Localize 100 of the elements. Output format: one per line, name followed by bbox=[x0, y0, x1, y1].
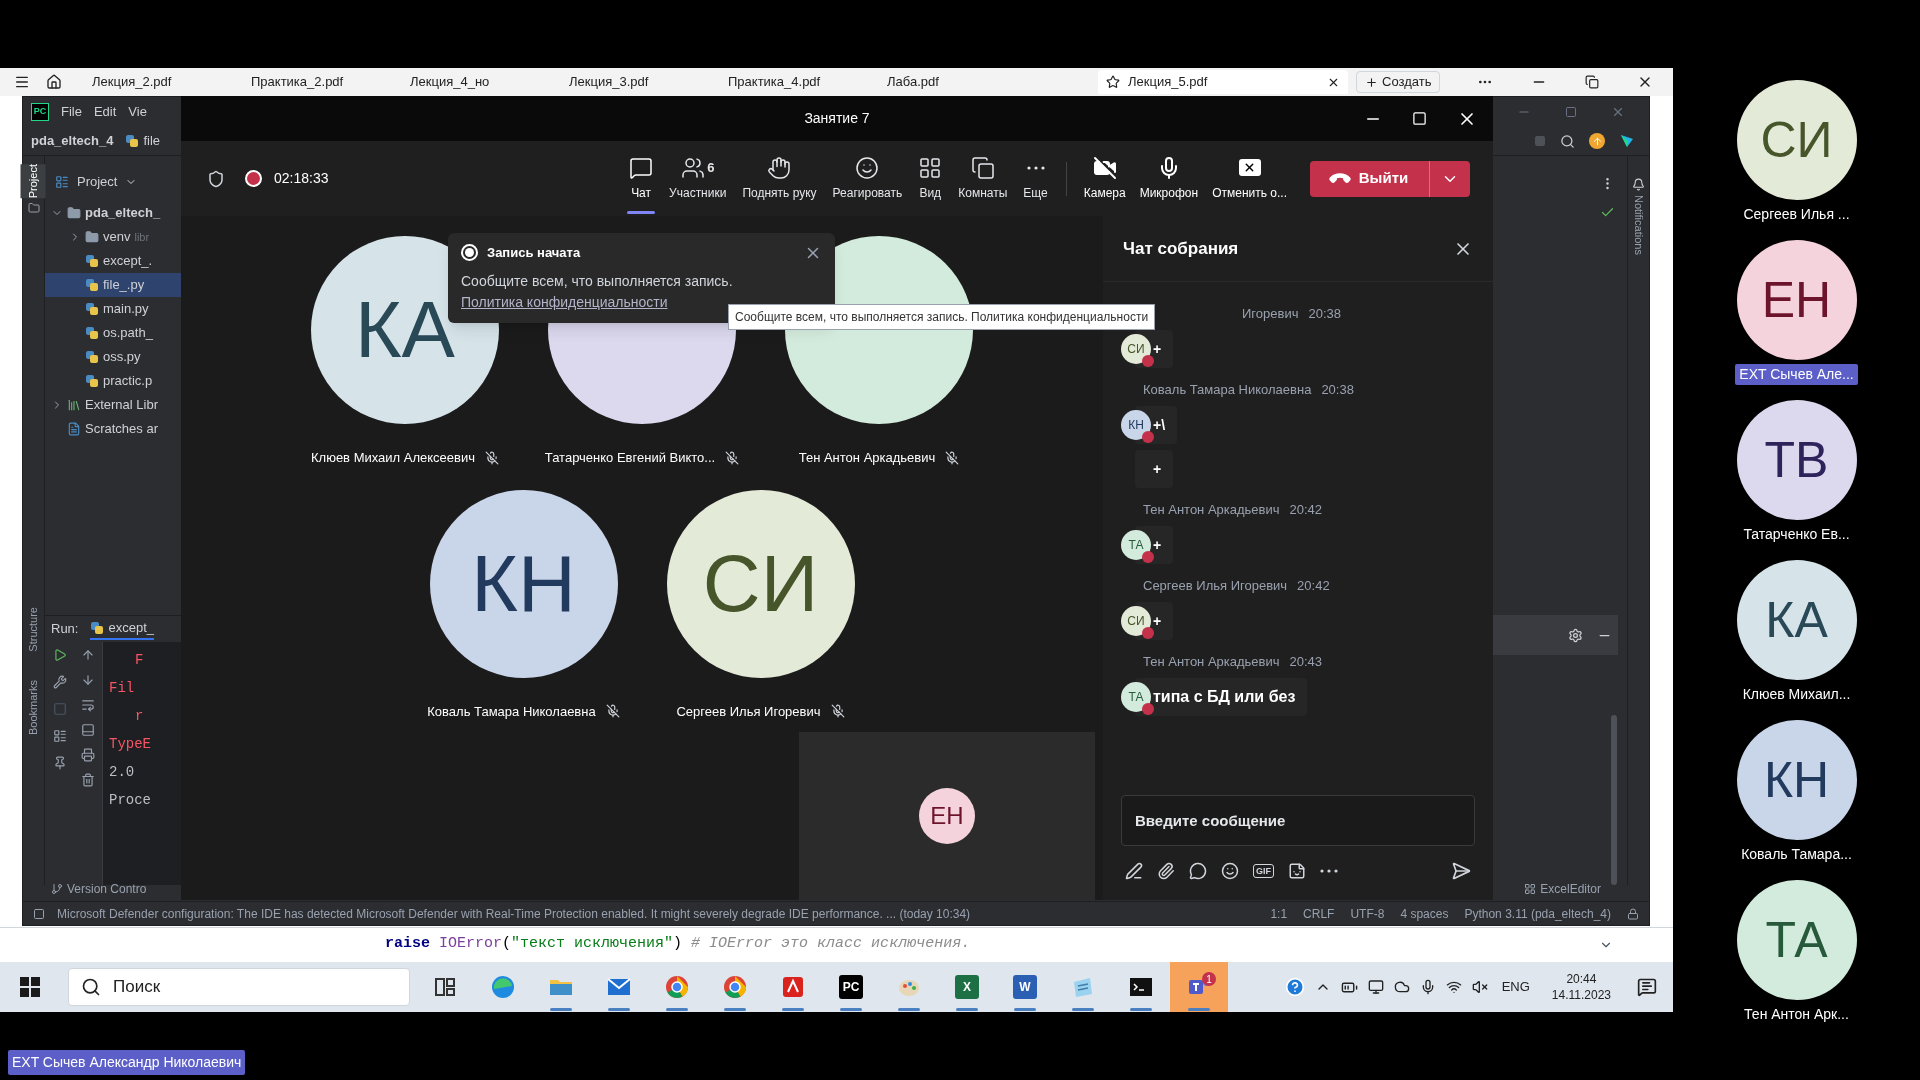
layout-icon[interactable] bbox=[52, 729, 67, 743]
toolbar-button[interactable]: Чат bbox=[621, 141, 662, 216]
toolbar-button[interactable]: Вид bbox=[910, 141, 951, 216]
toolbar-button[interactable]: Реагировать bbox=[824, 141, 911, 216]
menu-item[interactable]: File bbox=[61, 102, 82, 122]
browser-tab[interactable]: Лекция_2.pdf bbox=[84, 70, 239, 94]
browser-tab[interactable]: Практика_2.pdf bbox=[243, 70, 398, 94]
status-item[interactable]: Python 3.11 (pda_eltech_4) bbox=[1464, 904, 1611, 923]
tree-item[interactable]: practic.p bbox=[45, 369, 182, 393]
device-button[interactable]: Микрофон bbox=[1132, 141, 1206, 216]
side-tab[interactable]: Notifications bbox=[1630, 195, 1647, 255]
search-field[interactable]: Поиск bbox=[68, 968, 410, 1006]
message-field[interactable]: Введите сообщение bbox=[1121, 795, 1475, 846]
clock-time[interactable]: 20:44 bbox=[1566, 971, 1597, 987]
home-icon[interactable] bbox=[46, 74, 62, 90]
taskbar-app[interactable]: X bbox=[938, 962, 996, 1012]
tree-item[interactable]: except_. bbox=[45, 249, 182, 273]
side-tab[interactable]: Project bbox=[21, 164, 46, 199]
browser-tab[interactable]: Лекция_5.pdf bbox=[1098, 70, 1348, 94]
format-icon[interactable] bbox=[1125, 862, 1143, 880]
down-arrow-icon[interactable] bbox=[81, 673, 95, 687]
library-icon bbox=[67, 398, 81, 412]
toolbar-button[interactable]: 6 Участники bbox=[661, 141, 735, 216]
help-icon[interactable] bbox=[1284, 977, 1305, 997]
tree-item[interactable]: main.py bbox=[45, 297, 182, 321]
taskbar-app[interactable]: 1 bbox=[1170, 962, 1228, 1012]
pin-icon[interactable] bbox=[52, 756, 67, 770]
wifi-icon[interactable] bbox=[1445, 979, 1462, 995]
settings-icon[interactable] bbox=[1568, 627, 1583, 643]
volume-icon[interactable] bbox=[1471, 979, 1488, 995]
status-item[interactable]: UTF-8 bbox=[1350, 904, 1385, 923]
bell-icon[interactable] bbox=[1632, 178, 1645, 191]
taskbar-app[interactable]: PC bbox=[822, 962, 880, 1012]
up-arrow-icon[interactable] bbox=[81, 648, 95, 662]
smile-icon bbox=[855, 155, 880, 180]
code-line: raise IOError("текст исключения") # IOError это класс исключения. bbox=[385, 934, 971, 955]
tree-item[interactable]: os.path_ bbox=[45, 321, 182, 345]
tree-item[interactable]: External Libr bbox=[45, 393, 182, 417]
status-item[interactable]: 4 spaces bbox=[1400, 904, 1449, 923]
toolbar-button[interactable]: Еще bbox=[1015, 141, 1056, 216]
wrench-icon[interactable] bbox=[52, 675, 67, 689]
run-label: Run: bbox=[51, 620, 79, 639]
console-line: 2.0 bbox=[108, 762, 136, 782]
version-control-tab[interactable]: Version Contro bbox=[51, 880, 147, 898]
cloud-icon[interactable] bbox=[1393, 979, 1410, 995]
run-tab[interactable]: except_ bbox=[90, 618, 154, 640]
restore-icon[interactable] bbox=[1585, 75, 1599, 89]
menu-item[interactable]: Edit bbox=[93, 102, 117, 122]
side-tab[interactable]: Structure bbox=[25, 607, 42, 652]
run-icon[interactable] bbox=[52, 648, 67, 662]
console-line: TypeE bbox=[108, 734, 152, 754]
menu-icon[interactable] bbox=[14, 74, 30, 90]
notifications-icon[interactable] bbox=[1637, 977, 1657, 997]
scroll-end-icon[interactable] bbox=[81, 723, 95, 737]
message-time: 20:38 bbox=[1321, 381, 1354, 400]
trash-icon[interactable] bbox=[81, 773, 95, 787]
tree-item[interactable]: pda_eltech_ bbox=[45, 201, 182, 225]
search-icon[interactable] bbox=[1560, 133, 1575, 149]
browser-tab[interactable]: Лекция_4_но bbox=[402, 70, 557, 94]
send-icon[interactable] bbox=[1451, 861, 1471, 881]
toolbar-button[interactable]: Поднять руку bbox=[734, 141, 825, 216]
grid-icon bbox=[918, 155, 943, 180]
device-button[interactable]: Камера bbox=[1076, 141, 1133, 216]
lock-icon[interactable] bbox=[1627, 907, 1639, 920]
excel-editor-tab[interactable]: ExcelEditor bbox=[1524, 880, 1601, 898]
device-button[interactable]: Отменить о... bbox=[1205, 141, 1294, 216]
tree-item[interactable]: venv libr bbox=[45, 225, 182, 249]
menu-item[interactable]: Vie bbox=[128, 102, 147, 122]
attach-icon[interactable] bbox=[1157, 862, 1175, 880]
update-icon[interactable] bbox=[1589, 133, 1605, 149]
browser-tab[interactable]: Лекция_3.pdf bbox=[561, 70, 716, 94]
clock-date[interactable]: 14.11.2023 bbox=[1551, 987, 1611, 1003]
tree-item[interactable]: Scratches ar bbox=[45, 417, 182, 441]
status-icon bbox=[33, 907, 45, 920]
monitor-icon[interactable] bbox=[1367, 979, 1384, 995]
participant-name: EXT Сычев Але... bbox=[1735, 364, 1858, 385]
taskbar-app[interactable]: W bbox=[996, 962, 1054, 1012]
sticker-icon[interactable] bbox=[1288, 862, 1306, 880]
more-icon[interactable] bbox=[1320, 869, 1338, 873]
wrap-icon[interactable] bbox=[81, 698, 95, 712]
language-indicator[interactable]: ENG bbox=[1501, 977, 1530, 997]
new-tab-button[interactable]: Создать bbox=[1356, 71, 1441, 93]
more-icon bbox=[1026, 165, 1045, 170]
gif-button[interactable]: GIF bbox=[1253, 864, 1274, 878]
browser-tab[interactable]: Лаба.pdf bbox=[879, 70, 1034, 94]
tree-item[interactable]: oss.py bbox=[45, 345, 182, 369]
start-icon[interactable] bbox=[20, 977, 40, 997]
tree-item[interactable]: file_.py bbox=[45, 273, 182, 297]
status-item[interactable]: 1:1 bbox=[1270, 904, 1288, 923]
browser-tab[interactable]: Практика_4.pdf bbox=[720, 70, 875, 94]
status-item[interactable]: CRLF bbox=[1303, 904, 1335, 923]
print-icon[interactable] bbox=[81, 748, 95, 762]
emoji-icon[interactable] bbox=[1221, 862, 1239, 880]
logo-icon[interactable] bbox=[1619, 133, 1635, 149]
side-tab[interactable]: Bookmarks bbox=[25, 679, 42, 735]
privacy-link[interactable]: Политика конфиденциальности bbox=[461, 291, 668, 313]
toolbar-button[interactable]: Комнаты bbox=[950, 141, 1016, 216]
leave-button[interactable]: Выйти bbox=[1310, 160, 1470, 197]
breadcrumb[interactable]: file bbox=[125, 131, 160, 151]
loop-icon[interactable] bbox=[1189, 862, 1207, 880]
